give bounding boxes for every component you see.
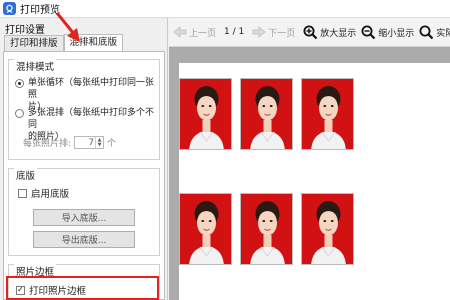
print-settings-panel: 打印设置 打印和排版 混排和底版 混排模式 单张循环（每张纸中打印同一张照 片）… [0, 18, 168, 300]
single-loop-label-line1: 单张循环（每张纸中打印同一张照 [28, 78, 155, 100]
print-preview-app-icon [3, 2, 16, 15]
next-page-label: 下一页 [268, 28, 296, 39]
id-photo [179, 193, 232, 265]
zoom-in-icon [303, 25, 318, 40]
zoom-out-label: 缩小显示 [378, 28, 415, 39]
multi-mix-label-line1: 多张混排（每张纸中打印多个不同 [28, 108, 155, 130]
preview-canvas[interactable] [169, 47, 450, 300]
preview-toolbar: 上一页 1 / 1 下一页 放大显示 缩小显示 实际尺 [169, 18, 450, 47]
print-page [179, 63, 450, 300]
id-photo [240, 78, 293, 150]
photo-count-unit: 个 [107, 139, 117, 149]
id-photo [301, 193, 354, 265]
portrait-figure [302, 79, 353, 149]
next-page-button[interactable]: 下一页 [252, 26, 295, 39]
photo-count-row: 每张照片排: 7 ▲ ▼ 个 [23, 136, 116, 149]
zoom-out-button[interactable]: 缩小显示 [361, 25, 414, 40]
template-group: 底版 启用底版 导入底版... 导出底版... [8, 168, 160, 256]
highlight-box [6, 276, 159, 300]
actual-size-label: 实际尺 [436, 28, 450, 39]
mix-mode-title: 混排模式 [14, 59, 57, 73]
zoom-in-button[interactable]: 放大显示 [303, 25, 356, 40]
portrait-figure [302, 194, 353, 264]
print-settings-heading: 打印设置 [5, 25, 45, 36]
radio-button[interactable] [15, 109, 24, 118]
portrait-figure [241, 194, 292, 264]
arrow-left-icon [173, 26, 187, 38]
magnifier-icon [419, 25, 434, 40]
photo-count-value: 7 [88, 137, 95, 148]
portrait-figure [180, 194, 231, 264]
photo-count-stepper[interactable]: 7 ▲ ▼ [74, 136, 105, 149]
page-indicator: 1 / 1 [224, 27, 245, 37]
annotation-arrow-icon [55, 12, 80, 42]
stepper-arrows-icon[interactable]: ▲ ▼ [95, 137, 103, 148]
portrait-figure [180, 79, 231, 149]
mix-mode-group: 混排模式 单张循环（每张纸中打印同一张照 片） 多张混排（每张纸中打印多个不同 … [8, 59, 160, 160]
prev-page-button[interactable]: 上一页 [173, 26, 216, 39]
id-photo [240, 193, 293, 265]
id-photo [301, 78, 354, 150]
zoom-in-label: 放大显示 [320, 28, 357, 39]
import-template-button[interactable]: 导入底版... [33, 209, 135, 226]
enable-template-label: 启用底版 [31, 189, 70, 200]
actual-size-button[interactable]: 实际尺 [419, 25, 450, 40]
id-photo [179, 78, 232, 150]
photo-count-label: 每张照片排: [23, 139, 72, 149]
zoom-out-icon [361, 25, 376, 40]
radio-button-checked[interactable] [15, 79, 24, 88]
arrow-right-icon [252, 26, 266, 38]
prev-page-label: 上一页 [189, 28, 217, 39]
template-title: 底版 [14, 168, 38, 182]
export-template-button[interactable]: 导出底版... [33, 231, 135, 248]
enable-template-checkbox[interactable] [18, 188, 27, 198]
portrait-figure [241, 79, 292, 149]
tab-pane-mix-template: 混排模式 单张循环（每张纸中打印同一张照 片） 多张混排（每张纸中打印多个不同 … [3, 51, 165, 300]
enable-template-checkbox-row[interactable]: 启用底版 [18, 186, 69, 200]
